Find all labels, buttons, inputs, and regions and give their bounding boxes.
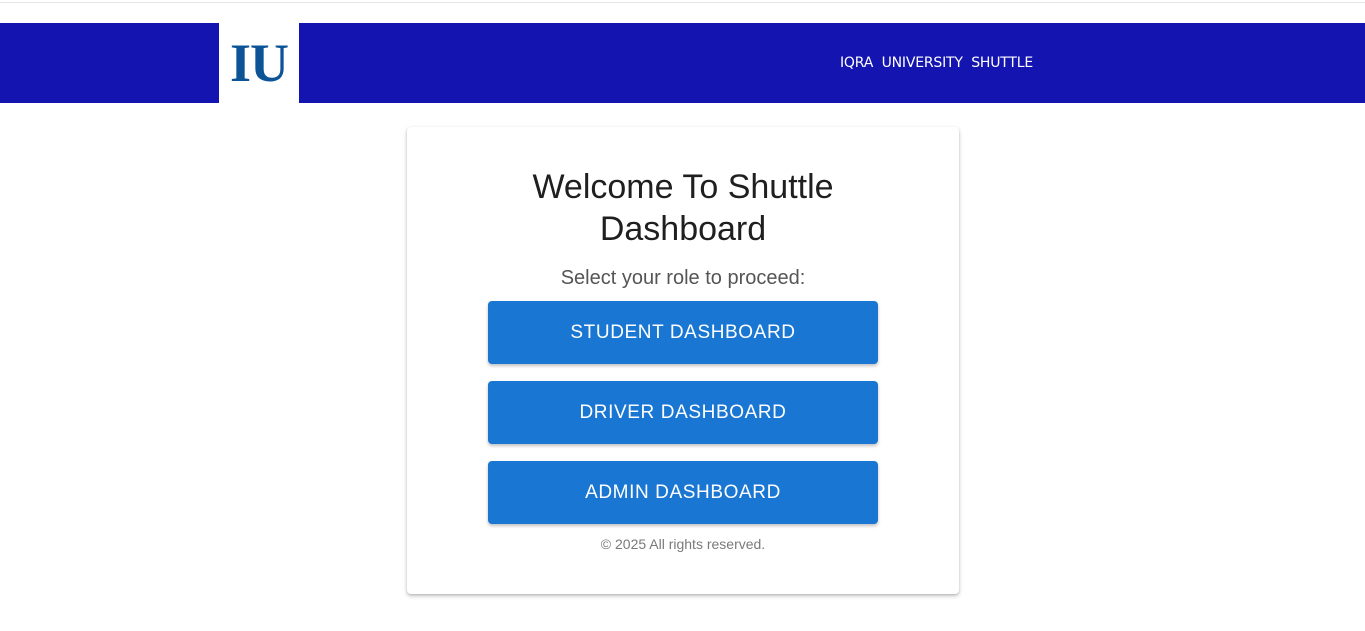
- card-subtitle: Select your role to proceed:: [560, 267, 806, 289]
- university-logo: IU: [219, 23, 299, 103]
- admin-dashboard-button[interactable]: ADMIN DASHBOARD: [488, 461, 878, 524]
- top-divider: [0, 2, 1365, 3]
- welcome-card: Welcome To Shuttle Dashboard Select your…: [407, 127, 959, 594]
- copyright-footer: © 2025 All rights reserved.: [600, 536, 766, 552]
- card-title-line1: Welcome To Shuttle: [532, 168, 834, 206]
- card-title-line2: Dashboard: [599, 210, 767, 248]
- logo-text: IU: [229, 33, 289, 93]
- driver-dashboard-button[interactable]: DRIVER DASHBOARD: [488, 381, 878, 444]
- student-dashboard-button[interactable]: STUDENT DASHBOARD: [488, 301, 878, 364]
- card-title: Welcome To Shuttle Dashboard: [407, 166, 959, 250]
- header-title: IQRA UNIVERSITY SHUTTLE: [840, 55, 1033, 71]
- app-header: IU IQRA UNIVERSITY SHUTTLE: [0, 23, 1365, 103]
